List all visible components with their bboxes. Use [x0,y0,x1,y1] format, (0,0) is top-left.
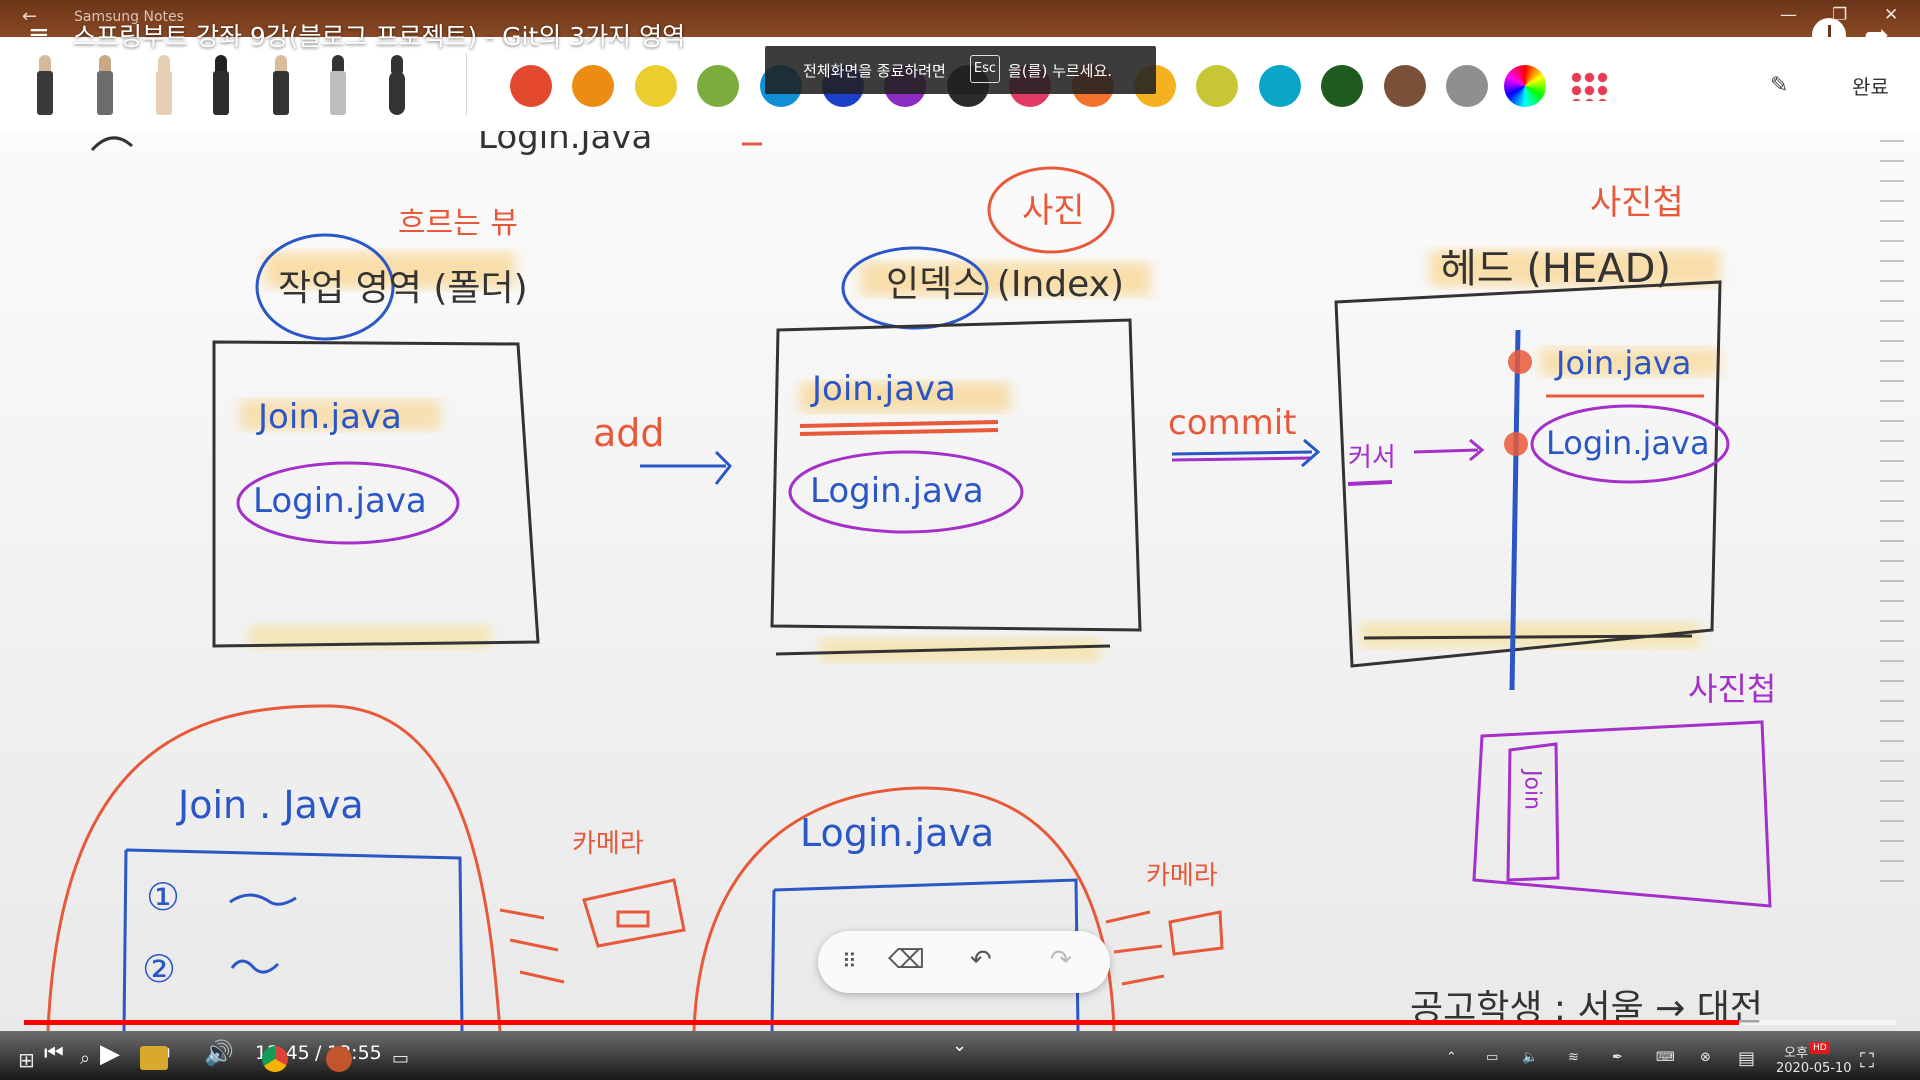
speaker-icon[interactable]: 🔈 [1522,1050,1538,1065]
fullscreen-exit-toast: 전체화면을 종료하려면 Esc 을(를) 누르세요. [765,46,1156,94]
eraser-icon[interactable]: ⌫ [888,945,925,975]
toast-text-before: 전체화면을 종료하려면 [803,62,946,80]
index-note: 사진 [1022,191,1085,231]
hd-badge: HD [1810,1042,1830,1054]
notification-close-icon[interactable]: ⊗ [1700,1050,1711,1065]
taskbar: ⊞ ⌕ ▭ ⌃ ▭ 🔈 ≋ ✒ ⌨ ⊗ ▤ 오후 2020-05-10 HD ⛶ [0,1040,1920,1080]
esc-key-badge: Esc [970,55,1000,83]
bottom-item-1: ① [146,875,180,919]
head-file-login: Login.java [1546,424,1710,462]
index-file-login: Login.java [810,471,984,511]
windows-start-icon[interactable]: ⊞ [18,1048,35,1072]
index-title: 인덱스 (Index) [886,264,1124,305]
battery-icon: ▭ [1486,1050,1499,1065]
working-area-note: 흐르는 뷰 [398,206,518,241]
cursor-label: 커서 [1348,443,1396,473]
subtitles-icon[interactable]: ▤ [1738,1048,1755,1069]
chrome-icon[interactable] [262,1046,288,1072]
undo-icon[interactable]: ↶ [970,945,992,975]
working-file-join: Join.java [256,397,402,437]
commit-label: commit [1168,403,1297,443]
working-file-login: Login.java [253,481,427,521]
tray-chevron-icon[interactable]: ⌃ [1446,1050,1457,1065]
head-note: 사진첩 [1590,183,1684,223]
working-area-title: 작업 영역 (폴더) [278,268,528,309]
camera-label-1: 카메라 [572,829,644,859]
file-explorer-icon[interactable] [140,1046,168,1070]
progress-played [24,1020,1739,1025]
keyboard-icon[interactable]: ⌨ [1656,1050,1675,1065]
wifi-icon[interactable]: ≋ [1568,1050,1579,1065]
clock-date: 2020-05-10 [1776,1061,1852,1076]
floating-edit-toolbar: ⠿ ⌫ ↶ ↷ [818,931,1110,993]
pen-icon[interactable]: ✒ [1612,1050,1623,1065]
bottom-login-label: Login.java [800,811,994,855]
screen: ← Samsung Notes — ❐ ✕ ✎ 완료 Login.Java 흐르… [0,0,1920,1080]
taskbar-app-icon[interactable] [326,1046,352,1072]
taskbar-search-icon[interactable]: ⌕ [80,1048,90,1069]
partial-top-text: Login.Java [478,131,652,157]
watch-later-icon[interactable] [1812,18,1846,52]
album-label: 사진첩 [1688,670,1776,708]
drag-handle-icon[interactable]: ⠿ [842,949,857,973]
toast-text-after: 을(를) 누르세요. [1008,62,1113,80]
notes-taskbar-icon[interactable]: ▭ [392,1048,409,1069]
vertical-join-text: Join [1520,768,1545,810]
camera-label-2: 카메라 [1146,861,1218,891]
clock-time: 오후 [1784,1046,1808,1061]
exit-fullscreen-icon[interactable]: ⛶ [1860,1048,1874,1072]
playlist-menu-icon[interactable]: ≡ [28,20,50,50]
head-file-join: Join.java [1554,344,1691,382]
bottom-item-2: ② [142,947,176,991]
handwritten-diagram: Login.Java 흐르는 뷰 작업 영역 (폴더) Join.java Lo… [46,131,1776,1031]
redo-icon[interactable]: ↷ [1050,945,1072,975]
video-title[interactable]: 스프링부트 강좌 9강(블로그 프로젝트) - Git의 3가지 영역 [73,17,685,53]
share-icon[interactable]: ➦ [1864,18,1889,53]
index-file-join: Join.java [810,369,956,409]
bottom-join-label: Join . Java [176,783,364,827]
add-label: add [593,411,665,455]
